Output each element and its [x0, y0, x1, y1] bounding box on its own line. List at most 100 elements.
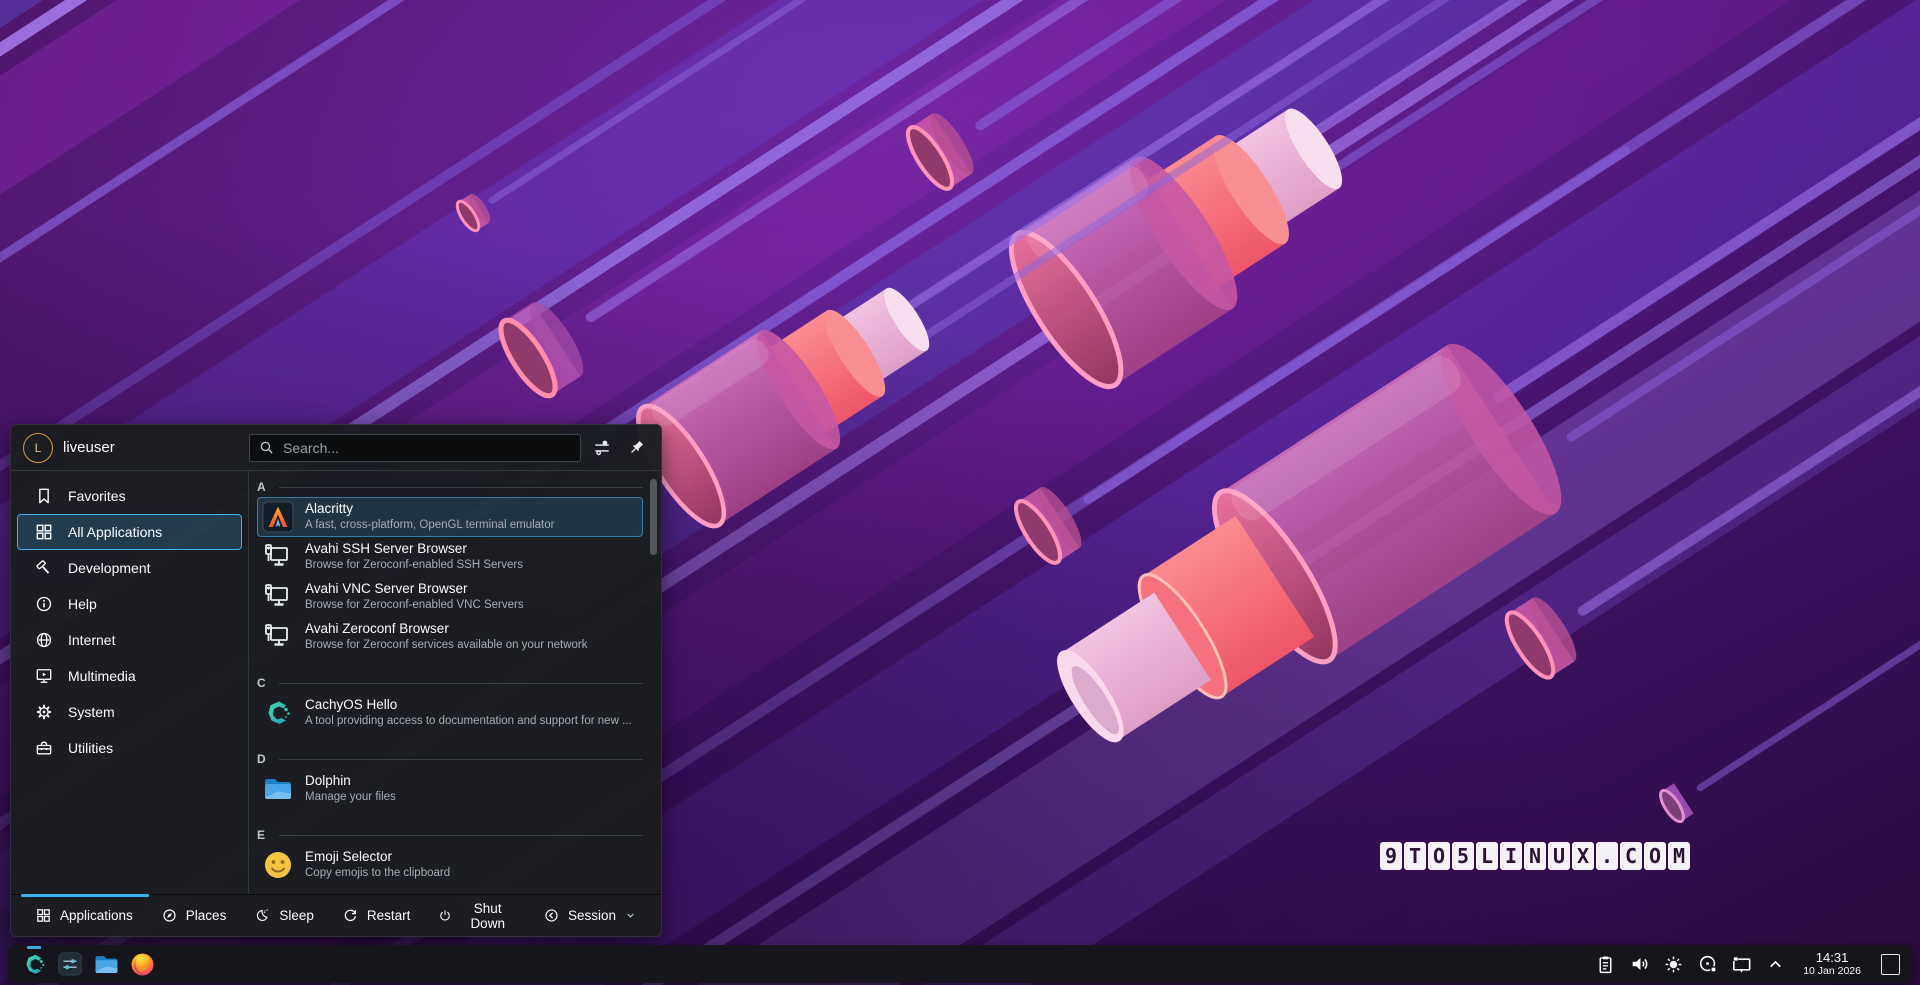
- watermark-tile: 9: [1380, 842, 1402, 870]
- app-name: Avahi Zeroconf Browser: [305, 621, 588, 638]
- app-item-avahi-ssh[interactable]: Avahi SSH Server Browser Browse for Zero…: [257, 537, 643, 577]
- sidebar-item-help[interactable]: Help: [17, 586, 242, 622]
- taskbar: 14:31 10 Jan 2026: [8, 945, 1912, 983]
- app-description: A tool providing access to documentation…: [305, 714, 632, 728]
- search-field[interactable]: [281, 439, 572, 457]
- watermark-tile: C: [1620, 842, 1642, 870]
- sidebar-item-internet[interactable]: Internet: [17, 622, 242, 658]
- action-label: Shut Down: [460, 901, 515, 931]
- username: liveuser: [63, 439, 115, 456]
- avatar[interactable]: L: [23, 433, 53, 463]
- section-header: E: [257, 825, 661, 845]
- watermark-tile: L: [1476, 842, 1498, 870]
- sidebar-item-system[interactable]: System: [17, 694, 242, 730]
- app-item-dolphin[interactable]: Dolphin Manage your files: [257, 769, 643, 809]
- section-divider: [279, 835, 643, 836]
- sidebar-item-all-applications[interactable]: All Applications: [17, 514, 242, 550]
- app-item-alacritty[interactable]: Alacritty A fast, cross-platform, OpenGL…: [257, 497, 643, 537]
- action-label: Restart: [367, 908, 411, 923]
- sidebar-item-multimedia[interactable]: Multimedia: [17, 658, 242, 694]
- configure-icon[interactable]: [589, 435, 615, 461]
- app-name: Dolphin: [305, 773, 396, 790]
- sidebar-item-label: Internet: [68, 632, 115, 648]
- bookmark-icon: [34, 486, 54, 506]
- clipboard-icon[interactable]: [1592, 951, 1619, 978]
- sidebar-item-label: System: [68, 704, 115, 720]
- chevron-down-icon: [624, 909, 637, 922]
- session-icon: [543, 907, 560, 924]
- app-name: Avahi VNC Server Browser: [305, 581, 524, 598]
- sidebar-item-favorites[interactable]: Favorites: [17, 478, 242, 514]
- section-header: D: [257, 749, 661, 769]
- active-tab-indicator: [21, 894, 149, 897]
- pin-icon[interactable]: [623, 435, 649, 461]
- app-item-emoji-selector[interactable]: Emoji Selector Copy emojis to the clipbo…: [257, 845, 643, 885]
- watermark-tile: U: [1548, 842, 1570, 870]
- app-item-avahi-vnc[interactable]: Avahi VNC Server Browser Browse for Zero…: [257, 577, 643, 617]
- search-input[interactable]: [249, 434, 581, 462]
- search-icon: [258, 439, 275, 456]
- sidebar-item-label: Development: [68, 560, 151, 576]
- settings-sliders-icon: [57, 951, 83, 977]
- watermark: 9 T O 5 L I N U X . C O M: [1380, 842, 1690, 870]
- app-description: Manage your files: [305, 790, 396, 804]
- app-name: Alacritty: [305, 501, 554, 518]
- app-description: Browse for Zeroconf-enabled VNC Servers: [305, 598, 524, 612]
- svg-text:z: z: [267, 908, 269, 912]
- firefox-icon: [129, 951, 156, 978]
- app-item-cachyos-hello[interactable]: CachyOS Hello A tool providing access to…: [257, 693, 643, 733]
- action-label: Session: [568, 908, 616, 923]
- category-sidebar: Favorites All Applications Development H…: [11, 471, 249, 894]
- user-info: L liveuser: [23, 433, 249, 463]
- watermark-tile: I: [1500, 842, 1522, 870]
- app-item-avahi-zeroconf[interactable]: Avahi Zeroconf Browser Browse for Zeroco…: [257, 617, 643, 657]
- app-description: Copy emojis to the clipboard: [305, 866, 450, 880]
- sidebar-item-label: Multimedia: [68, 668, 136, 684]
- sidebar-item-label: Help: [68, 596, 97, 612]
- volume-icon[interactable]: [1626, 951, 1653, 978]
- grid-icon: [34, 522, 54, 542]
- watermark-tile: O: [1428, 842, 1450, 870]
- sleep-button[interactable]: zz Sleep: [240, 895, 328, 936]
- folder-icon: [93, 951, 120, 978]
- active-indicator: [27, 946, 41, 949]
- watermark-tile: .: [1596, 842, 1618, 870]
- disks-icon[interactable]: [1694, 951, 1721, 978]
- application-launcher-popup: L liveuser Favorites: [10, 424, 662, 937]
- session-button[interactable]: Session: [529, 895, 651, 936]
- watermark-tile: N: [1524, 842, 1546, 870]
- action-label: Sleep: [279, 908, 314, 923]
- shutdown-button[interactable]: Shut Down: [424, 895, 529, 936]
- file-manager-launcher-button[interactable]: [88, 946, 124, 982]
- app-description: A fast, cross-platform, OpenGL terminal …: [305, 518, 554, 532]
- chevron-up-icon[interactable]: [1762, 951, 1789, 978]
- desktop: 9 T O 5 L I N U X . C O M L liveuser: [0, 0, 1920, 985]
- sidebar-item-utilities[interactable]: Utilities: [17, 730, 242, 766]
- firefox-launcher-button[interactable]: [124, 946, 160, 982]
- tab-places[interactable]: Places: [147, 895, 241, 936]
- hammer-icon: [34, 558, 54, 578]
- tab-applications[interactable]: Applications: [21, 895, 147, 936]
- scrollbar[interactable]: [650, 479, 657, 555]
- app-text: CachyOS Hello A tool providing access to…: [305, 697, 632, 728]
- display-icon[interactable]: [1728, 951, 1755, 978]
- globe-icon: [34, 630, 54, 650]
- brightness-icon[interactable]: [1660, 951, 1687, 978]
- toolbox-icon: [34, 738, 54, 758]
- cachyos-logo: [262, 697, 294, 729]
- app-text: Avahi SSH Server Browser Browse for Zero…: [305, 541, 523, 572]
- peek-desktop-button[interactable]: [1881, 954, 1900, 975]
- section-header: A: [257, 477, 661, 497]
- sidebar-item-development[interactable]: Development: [17, 550, 242, 586]
- app-text: Avahi VNC Server Browser Browse for Zero…: [305, 581, 524, 612]
- digital-clock[interactable]: 14:31 10 Jan 2026: [1803, 951, 1861, 978]
- settings-launcher-button[interactable]: [52, 946, 88, 982]
- app-name: CachyOS Hello: [305, 697, 632, 714]
- compass-icon: [161, 907, 178, 924]
- section-header: C: [257, 673, 661, 693]
- application-launcher-button[interactable]: [16, 946, 52, 982]
- multimedia-icon: [34, 666, 54, 686]
- restart-button[interactable]: Restart: [328, 895, 425, 936]
- section-letter: D: [257, 752, 271, 766]
- watermark-tile: X: [1572, 842, 1594, 870]
